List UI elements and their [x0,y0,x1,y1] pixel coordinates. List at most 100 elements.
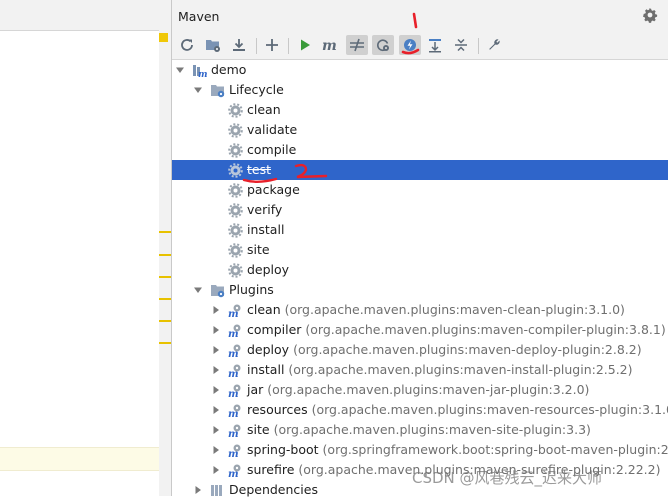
run-icon[interactable] [294,35,316,55]
svg-text:m: m [228,349,239,358]
lifecycle-goal-deploy[interactable]: deploy [172,260,668,280]
goal-label: install [247,222,285,237]
lifecycle-goal-package[interactable]: package [172,180,668,200]
reload-all-icon[interactable] [176,35,198,55]
svg-text:m: m [228,309,239,318]
plugin-label: compiler (org.apache.maven.plugins:maven… [247,320,666,340]
plugin-coordinates: (org.apache.maven.plugins:maven-jar-plug… [267,382,590,397]
goal-label: deploy [247,262,290,277]
tree-label-project: demo [211,62,247,77]
plugins-folder-icon [211,285,225,298]
chevron-right-icon[interactable] [212,306,220,314]
gutter-marker[interactable] [159,254,171,256]
plugin-node-deploy[interactable]: m deploy (org.apache.maven.plugins:maven… [172,340,668,360]
gutter-marker[interactable] [159,342,171,344]
plugin-node-clean[interactable]: m clean (org.apache.maven.plugins:maven-… [172,300,668,320]
lifecycle-goal-verify[interactable]: verify [172,200,668,220]
plugin-node-site[interactable]: m site (org.apache.maven.plugins:maven-s… [172,420,668,440]
gear-icon[interactable] [642,7,658,23]
plugin-label: spring-boot (org.springframework.boot:sp… [247,440,668,460]
plugin-label: deploy (org.apache.maven.plugins:maven-d… [247,340,642,360]
tree-node-lifecycle[interactable]: Lifecycle [172,80,668,100]
chevron-down-icon[interactable] [194,286,202,294]
plugin-icon: m [228,404,241,418]
chevron-right-icon[interactable] [212,406,220,414]
download-icon[interactable] [228,35,250,55]
chevron-right-icon[interactable] [212,446,220,454]
editor-scroll-gutter[interactable] [159,30,171,496]
generate-sources-icon[interactable] [202,35,224,55]
maven-tool-window: Maven m m demo Lifecycle clean validate … [172,0,668,497]
tree-label-lifecycle: Lifecycle [229,82,284,97]
svg-text:m: m [228,449,239,458]
plugin-node-resources[interactable]: m resources (org.apache.maven.plugins:ma… [172,400,668,420]
goal-label: compile [247,142,297,157]
tree-node-project[interactable]: m demo [172,60,668,80]
chevron-right-icon[interactable] [212,366,220,374]
toggle-offline-icon[interactable] [346,35,368,55]
skip-tests-icon[interactable] [399,35,421,55]
add-project-icon[interactable] [261,35,283,55]
toolbar-separator [478,38,479,54]
goal-label: site [247,242,270,257]
chevron-right-icon[interactable] [212,326,220,334]
goal-gear-icon [228,123,243,138]
collapse-all-icon[interactable] [450,35,472,55]
svg-text:m: m [228,329,239,338]
settings-wrench-icon[interactable] [483,35,505,55]
lifecycle-goal-compile[interactable]: compile [172,140,668,160]
plugin-label: install (org.apache.maven.plugins:maven-… [247,360,633,380]
inspection-warning-marker[interactable] [159,33,168,42]
plugin-name: spring-boot [247,442,319,457]
lifecycle-goal-test[interactable]: test [172,160,668,180]
editor-area [0,0,171,496]
chevron-down-icon[interactable] [176,66,184,74]
lifecycle-goal-validate[interactable]: validate [172,120,668,140]
plugin-node-compiler[interactable]: m compiler (org.apache.maven.plugins:mav… [172,320,668,340]
svg-text:m: m [322,38,337,53]
gutter-marker[interactable] [159,320,171,322]
toolbar-separator [256,38,257,54]
chevron-down-icon[interactable] [194,86,202,94]
tool-window-header: Maven [172,0,668,32]
show-dependencies-icon[interactable] [424,35,446,55]
goal-gear-icon [228,263,243,278]
plugin-icon: m [228,444,241,458]
chevron-right-icon[interactable] [212,466,220,474]
plugin-label: site (org.apache.maven.plugins:maven-sit… [247,420,591,440]
plugin-node-spring-boot[interactable]: m spring-boot (org.springframework.boot:… [172,440,668,460]
goal-gear-icon [228,223,243,238]
chevron-right-icon[interactable] [194,486,202,494]
gutter-marker[interactable] [159,276,171,278]
chevron-right-icon[interactable] [212,346,220,354]
goal-label: clean [247,102,281,117]
maven-module-icon: m [193,65,207,78]
plugin-icon: m [228,304,241,318]
plugin-name: surefire [247,462,295,477]
gutter-marker[interactable] [159,298,171,300]
plugin-node-jar[interactable]: m jar (org.apache.maven.plugins:maven-ja… [172,380,668,400]
tree-label-plugins: Plugins [229,282,274,297]
csdn-watermark: CSDN @风巷残云_迟来大师 [412,469,603,487]
lifecycle-goal-site[interactable]: site [172,240,668,260]
lifecycle-goal-clean[interactable]: clean [172,100,668,120]
chevron-right-icon[interactable] [212,426,220,434]
plugin-icon: m [228,364,241,378]
plugin-name: resources [247,402,308,417]
plugin-coordinates: (org.apache.maven.plugins:maven-clean-pl… [284,302,625,317]
always-update-snapshots-icon[interactable] [372,35,394,55]
svg-text:m: m [198,70,207,78]
maven-projects-tree: m demo Lifecycle clean validate compile … [172,60,668,497]
plugin-coordinates: (org.apache.maven.plugins:maven-site-plu… [273,422,591,437]
plugin-icon: m [228,464,241,478]
tool-window-title: Maven [178,9,220,24]
gutter-marker[interactable] [159,231,171,233]
plugin-icon: m [228,324,241,338]
tree-node-plugins[interactable]: Plugins [172,280,668,300]
goal-gear-icon [228,243,243,258]
lifecycle-goal-install[interactable]: install [172,220,668,240]
execute-goal-icon[interactable]: m [319,35,341,55]
plugin-node-install[interactable]: m install (org.apache.maven.plugins:mave… [172,360,668,380]
chevron-right-icon[interactable] [212,386,220,394]
lifecycle-folder-icon [211,85,225,98]
